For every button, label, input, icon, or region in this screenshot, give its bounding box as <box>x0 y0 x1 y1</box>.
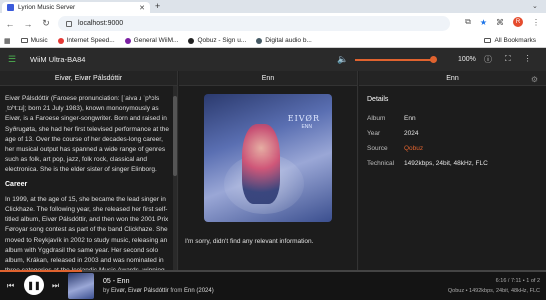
bookmark-label: Internet Speed... <box>66 37 115 44</box>
cover-title: EIVØR <box>287 114 320 123</box>
pause-button[interactable]: ❚❚ <box>24 275 44 295</box>
folder-icon <box>20 38 28 43</box>
close-tab-icon[interactable]: ✕ <box>139 4 145 12</box>
track-title: 05 - Enn <box>103 278 130 285</box>
album-panel: Enn EIVØR ENN I'm sorry, didn't find any… <box>179 71 358 270</box>
bookmark-star-icon[interactable]: ★ <box>480 18 487 27</box>
back-icon[interactable]: ← <box>5 19 15 29</box>
details-panel: Enn ⚙ Details Album Enn Year 2024 Source… <box>359 71 546 270</box>
profile-avatar[interactable]: R <box>513 17 523 27</box>
career-text: In 1999, at the age of 15, she became th… <box>5 195 169 270</box>
artist-scrollbar[interactable] <box>173 86 177 270</box>
lms-favicon-icon <box>7 4 14 11</box>
artist-link[interactable]: Eivør, Eivør Pálsdóttir <box>111 288 169 294</box>
by-label: by <box>103 288 110 294</box>
bookmark-label: Digital audio b... <box>265 37 312 44</box>
track-format: Qobuz • 1492kbps, 24bit, 48kHz, FLC <box>447 288 540 294</box>
extensions-icon[interactable]: ⌘ <box>496 18 504 27</box>
forward-icon[interactable]: → <box>23 19 33 29</box>
from-label: from <box>170 288 183 294</box>
bookmark-music[interactable]: Music <box>20 37 48 44</box>
apps-grid-icon[interactable]: ▦ <box>4 37 11 45</box>
main-menu-icon[interactable]: ☰ <box>8 54 20 65</box>
career-heading: Career <box>5 180 28 188</box>
detail-row-technical: Technical 1492kbps, 24bit, 48kHz, FLC <box>367 160 538 175</box>
detail-key: Technical <box>367 160 395 167</box>
album-link[interactable]: Enn (2024) <box>184 288 214 294</box>
artist-panel: Eivør, Eivør Pálsdóttir Eivør Pálsdóttir… <box>0 71 178 270</box>
all-bookmarks-label: All Bookmarks <box>494 37 536 44</box>
album-cover: EIVØR ENN <box>204 94 332 222</box>
bookmark-label: Qobuz - Sign u... <box>197 37 247 44</box>
details-panel-title-text: Enn <box>446 74 459 82</box>
new-tab-icon[interactable]: + <box>155 1 160 11</box>
volume-fill <box>355 59 435 61</box>
more-icon[interactable]: ⋮ <box>524 54 532 65</box>
details-heading: Details <box>367 96 389 103</box>
address-bar-row: ← → ↻ localhost:9000 ⧉ ★ ⌘ R ⋮ <box>0 13 546 34</box>
url-input[interactable]: localhost:9000 <box>58 16 450 31</box>
album-panel-title: Enn <box>179 71 357 86</box>
install-app-icon[interactable]: ⧉ <box>465 17 471 27</box>
detail-row-album: Album Enn <box>367 115 538 130</box>
folder-icon <box>484 38 492 43</box>
all-bookmarks[interactable]: All Bookmarks <box>484 37 536 44</box>
speedtest-icon <box>57 37 64 44</box>
bookmark-label: General WiiM... <box>133 37 179 44</box>
now-playing-bar: ⏮ ❚❚ ⏭ 05 - Enn by Eivør, Eivør Pálsdótt… <box>0 272 546 300</box>
detail-value: 1492kbps, 24bit, 48kHz, FLC <box>404 160 488 167</box>
bookmark-wiim[interactable]: General WiiM... <box>124 37 179 44</box>
url-text: localhost:9000 <box>78 20 124 27</box>
bookmark-label: Music <box>30 37 48 44</box>
qobuz-icon <box>188 37 195 44</box>
previous-track-icon[interactable]: ⏮ <box>7 281 14 291</box>
artist-bio-intro: Eivør Pálsdóttir (Faroese pronunciation:… <box>5 95 170 174</box>
wiim-icon <box>124 37 131 44</box>
detail-key: Album <box>367 115 386 122</box>
site-info-icon[interactable] <box>66 20 72 27</box>
detail-row-source: Source Qobuz <box>367 145 538 160</box>
gear-icon[interactable]: ⚙ <box>531 75 538 84</box>
browser-tab-bar: Lyrion Music Server ✕ + ⌄ <box>0 0 546 13</box>
detail-value: 2024 <box>404 130 419 137</box>
player-name[interactable]: WiiM Ultra-BA84 <box>30 55 85 64</box>
detail-key: Source <box>367 145 388 152</box>
source-link[interactable]: Qobuz <box>404 145 423 152</box>
artist-panel-title: Eivør, Eivør Pálsdóttir <box>0 71 177 86</box>
track-meta: by Eivør, Eivør Pálsdóttir from Enn (202… <box>103 288 214 294</box>
volume-percent: 100% <box>458 56 476 63</box>
track-time: 6:16 / 7:11 • 1 of 2 <box>495 278 540 284</box>
detail-key: Year <box>367 130 381 137</box>
volume-icon[interactable]: 🔈 <box>337 54 348 65</box>
bookmark-digital-audio[interactable]: Digital audio b... <box>256 37 312 44</box>
tab-search-icon[interactable]: ⌄ <box>532 2 538 10</box>
bookmarks-bar: ▦ Music Internet Speed... General WiiM..… <box>0 34 546 48</box>
fullscreen-icon[interactable]: ⛶ <box>505 54 511 65</box>
next-track-icon[interactable]: ⏭ <box>52 281 59 291</box>
bookmark-qobuz[interactable]: Qobuz - Sign u... <box>188 37 246 44</box>
now-playing-cover[interactable] <box>68 273 94 299</box>
detail-row-year: Year 2024 <box>367 130 538 145</box>
cover-subtitle: ENN <box>301 124 312 130</box>
reload-icon[interactable]: ↻ <box>41 18 51 29</box>
volume-knob[interactable] <box>430 56 437 63</box>
bookmark-internet-speed[interactable]: Internet Speed... <box>57 37 115 44</box>
detail-value[interactable]: Enn <box>404 115 416 122</box>
browser-tab[interactable]: Lyrion Music Server ✕ <box>2 2 150 13</box>
volume-slider[interactable] <box>355 59 435 61</box>
tab-title: Lyrion Music Server <box>18 4 76 11</box>
app-toolbar: ☰ WiiM Ultra-BA84 🔈 100% ⓘ ⛶ ⋮ <box>0 48 546 71</box>
browser-menu-icon[interactable]: ⋮ <box>532 18 540 27</box>
info-icon[interactable]: ⓘ <box>484 54 492 65</box>
no-info-message: I'm sorry, didn't find any relevant info… <box>185 238 314 245</box>
details-panel-title: Enn ⚙ <box>359 71 546 86</box>
globe-icon <box>256 37 263 44</box>
